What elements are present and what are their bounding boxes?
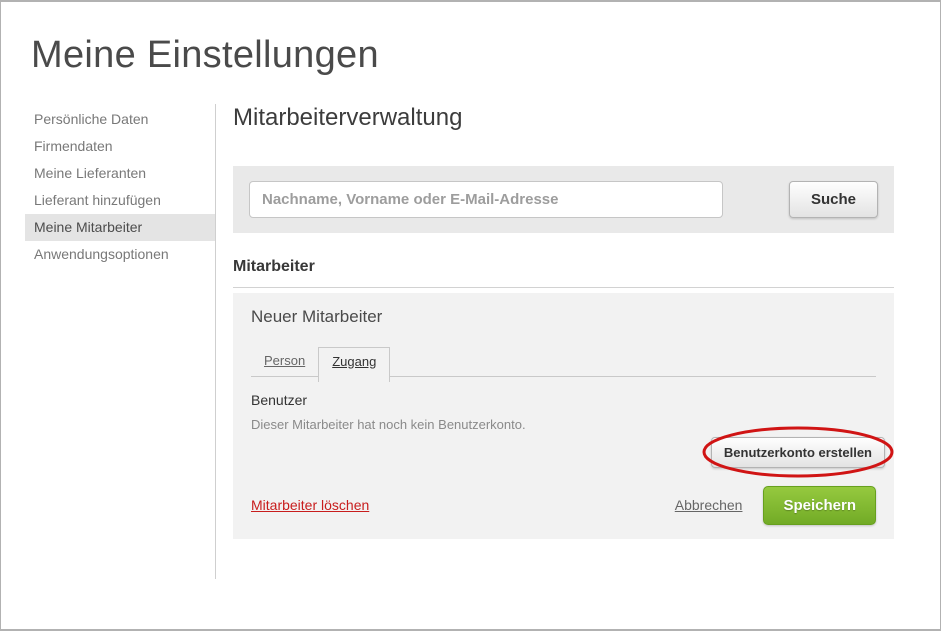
- cancel-link[interactable]: Abbrechen: [675, 497, 743, 513]
- panel-title: Neuer Mitarbeiter: [251, 307, 876, 327]
- tab-zugang-label: Zugang: [332, 354, 376, 369]
- delete-employee-link[interactable]: Mitarbeiter löschen: [251, 497, 369, 513]
- create-account-row: Benutzerkonto erstellen: [251, 437, 885, 468]
- content-wrap: Persönliche Daten Firmendaten Meine Lief…: [1, 104, 940, 579]
- settings-page: Meine Einstellungen Persönliche Daten Fi…: [0, 0, 941, 631]
- sidebar-item-lieferant-hinzufuegen[interactable]: Lieferant hinzufügen: [25, 187, 215, 214]
- tab-person[interactable]: Person: [251, 347, 318, 376]
- annotation-wrap: Benutzerkonto erstellen: [711, 437, 885, 468]
- benutzer-heading: Benutzer: [251, 392, 876, 408]
- section-title: Mitarbeiterverwaltung: [233, 104, 894, 132]
- sidebar-item-meine-mitarbeiter[interactable]: Meine Mitarbeiter: [25, 214, 215, 241]
- tab-person-label: Person: [264, 353, 305, 368]
- create-account-button[interactable]: Benutzerkonto erstellen: [711, 437, 885, 468]
- search-bar: Suche: [233, 166, 894, 233]
- search-button[interactable]: Suche: [789, 181, 878, 218]
- mitarbeiter-heading: Mitarbeiter: [233, 258, 894, 276]
- neuer-mitarbeiter-panel: Neuer Mitarbeiter Person Zugang Benutzer…: [233, 293, 894, 539]
- main-area: Mitarbeiterverwaltung Suche Mitarbeiter …: [216, 104, 940, 579]
- divider: [233, 287, 894, 288]
- settings-sidebar: Persönliche Daten Firmendaten Meine Lief…: [1, 104, 216, 579]
- page-title: Meine Einstellungen: [31, 34, 940, 78]
- no-account-info-text: Dieser Mitarbeiter hat noch kein Benutze…: [251, 417, 876, 432]
- panel-footer: Mitarbeiter löschen Abbrechen Speichern: [251, 486, 876, 525]
- sidebar-item-persoenliche-daten[interactable]: Persönliche Daten: [25, 106, 215, 133]
- sidebar-item-firmendaten[interactable]: Firmendaten: [25, 133, 215, 160]
- sidebar-item-anwendungsoptionen[interactable]: Anwendungsoptionen: [25, 241, 215, 268]
- search-input[interactable]: [249, 181, 723, 218]
- tab-zugang[interactable]: Zugang: [318, 347, 390, 382]
- sidebar-item-meine-lieferanten[interactable]: Meine Lieferanten: [25, 160, 215, 187]
- tab-bar: Person Zugang: [251, 347, 876, 377]
- save-button[interactable]: Speichern: [763, 486, 876, 525]
